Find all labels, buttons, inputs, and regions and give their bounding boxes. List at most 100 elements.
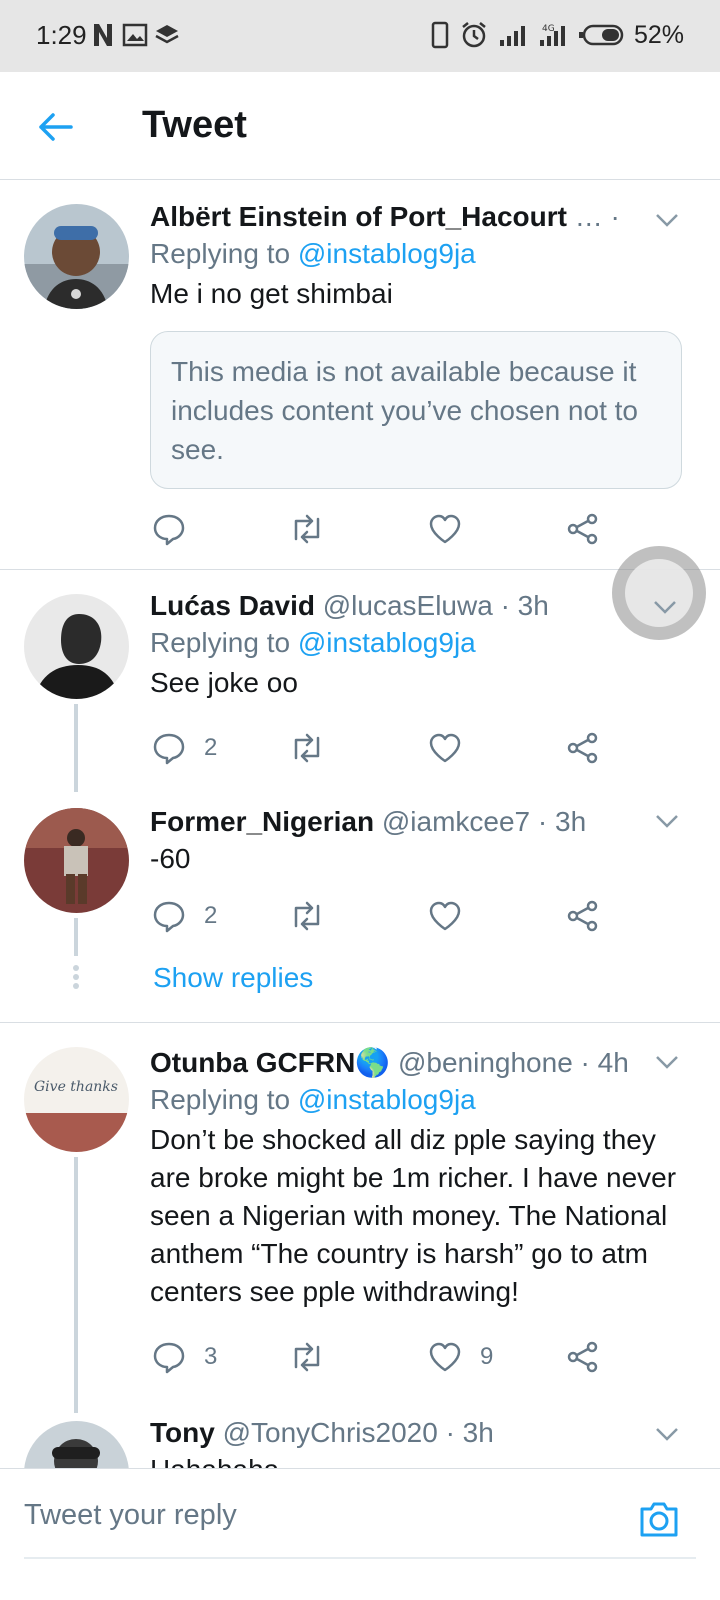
user-handle[interactable]: @lucasEluwa [323,590,493,621]
retweet-button[interactable] [288,1337,326,1377]
signal-4g-icon: 4G [539,24,565,46]
touch-indicator [612,546,706,640]
battery-percent: 52% [633,20,684,49]
tweet-item[interactable]: Former_Nigerian @iamkcee7 · 3h -60 2 Sho… [0,792,720,1022]
mention-link[interactable]: @instablog9ja [298,238,476,269]
like-button[interactable] [428,509,462,549]
share-button[interactable] [566,1337,600,1377]
reply-composer: Tweet your reply [0,1468,720,1600]
layers-icon [155,25,179,44]
more-replies-dots [73,965,79,989]
tweet-text: Don’t be shocked all diz pple saying the… [150,1124,677,1307]
retweet-icon [294,733,320,763]
signal-icon [499,26,525,46]
share-icon [567,513,598,545]
display-name[interactable]: Lućas David [150,590,315,621]
reply-button[interactable]: 2 [152,896,217,936]
heart-icon [429,733,461,763]
heart-icon [429,514,461,544]
tweet-item[interactable]: Albërt Einstein of Port_Hacourt … · 2h R… [0,181,720,569]
user-handle[interactable]: @TonyChris2020 [223,1417,438,1448]
tweet-item[interactable]: Tony @TonyChris2020 · 3h Hahahaha [0,1413,720,1468]
reply-count: 3 [204,1343,218,1370]
retweet-icon [294,514,320,544]
top-app-bar: Tweet [0,72,720,180]
tweet-header: Albërt Einstein of Port_Hacourt … · 2h [150,199,620,235]
reply-button[interactable]: 3 [152,1337,217,1377]
retweet-icon [294,1342,320,1372]
back-button[interactable] [30,102,80,152]
media-unavailable-notice: This media is not available because it i… [150,331,682,489]
reply-input[interactable]: Tweet your reply [24,1499,237,1532]
reply-icon [153,733,185,765]
reply-icon [153,901,185,933]
tweet-time: · 3h [537,806,587,837]
back-arrow-icon [39,113,73,141]
share-icon [567,732,598,764]
status-notification-icons [90,20,180,50]
chevron-down-icon[interactable] [654,1421,680,1447]
heart-icon [429,901,461,931]
like-button[interactable] [428,728,462,768]
avatar[interactable] [24,808,129,913]
share-icon [567,900,598,932]
reply-button[interactable]: 2 [152,728,217,768]
tweet-meta: … · 2h [574,201,620,232]
camera-icon[interactable] [638,1499,680,1539]
battery-icon [578,24,624,46]
status-system-icons: 4G 52% [430,20,684,50]
like-button[interactable]: 9 [428,1337,493,1377]
retweet-icon [294,901,320,931]
user-handle[interactable]: @beninghone [398,1047,573,1078]
retweet-button[interactable] [288,896,326,936]
reply-icon [153,514,185,546]
tweet-text: Me i no get shimbai [150,278,393,309]
tweet-header: Tony @TonyChris2020 · 3h [150,1415,690,1451]
share-button[interactable] [566,728,600,768]
display-name[interactable]: Otunba GCFRN [150,1047,355,1078]
tweet-actions [150,509,620,549]
show-replies-link[interactable]: Show replies [153,962,313,994]
reply-icon [153,1342,185,1374]
tweet-actions: 2 [150,728,620,768]
like-count: 9 [480,1343,494,1370]
status-time: 1:29 [36,20,87,50]
globe-emoji: 🌎 [355,1047,391,1078]
netflix-n-icon [94,24,112,46]
tweet-header: Otunba GCFRN🌎 @beninghone · 4h [150,1045,690,1081]
avatar[interactable]: Give thanks [24,1047,129,1152]
retweet-button[interactable] [288,509,326,549]
chevron-down-icon[interactable] [654,207,680,233]
avatar[interactable] [24,594,129,699]
replying-to: Replying to @instablog9ja [150,1084,476,1115]
thread-line [74,704,78,792]
tweet-actions: 2 [150,896,620,936]
svg-text:4G: 4G [542,24,555,34]
tweet-item[interactable]: Give thanks Otunba GCFRN🌎 @beninghone · … [0,1023,720,1413]
user-handle[interactable]: @iamkcee7 [382,806,530,837]
vibrate-icon [431,21,449,49]
display-name[interactable]: Tony [150,1417,215,1448]
mention-link[interactable]: @instablog9ja [298,1084,476,1115]
status-bar: 1:29 4G 52% [0,0,720,72]
mention-link[interactable]: @instablog9ja [298,627,476,658]
display-name[interactable]: Albërt Einstein of Port_Hacourt [150,201,567,232]
reply-count: 2 [204,734,218,761]
like-button[interactable] [428,896,462,936]
chevron-down-icon[interactable] [654,808,680,834]
tweet-time: · 3h [445,1417,494,1448]
retweet-button[interactable] [288,728,326,768]
display-name[interactable]: Former_Nigerian [150,806,374,837]
share-button[interactable] [566,509,600,549]
avatar[interactable] [24,1421,129,1468]
avatar[interactable] [24,204,129,309]
chevron-down-icon[interactable] [654,1049,680,1075]
chevron-down-icon[interactable] [652,594,678,620]
reply-input-underline [24,1557,696,1559]
alarm-icon [462,22,486,48]
tweet-header: Former_Nigerian @iamkcee7 · 3h [150,804,690,840]
reply-button[interactable] [152,509,186,549]
share-button[interactable] [566,896,600,936]
svg-text:Give thanks: Give thanks [34,1079,118,1095]
tweet-item[interactable]: Lućas David @lucasEluwa · 3h Replying to… [0,570,720,792]
